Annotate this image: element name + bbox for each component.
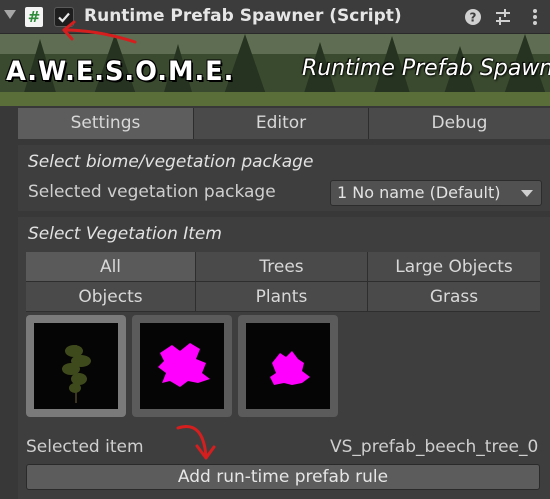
tab-debug[interactable]: Debug <box>369 108 550 139</box>
filter-trees[interactable]: Trees <box>196 252 368 282</box>
more-options-icon[interactable] <box>526 8 544 26</box>
vegetation-item-thumbnail[interactable] <box>132 315 232 417</box>
add-runtime-prefab-rule-button[interactable]: Add run-time prefab rule <box>26 464 540 490</box>
component-title: Runtime Prefab Spawner (Script) <box>84 6 402 26</box>
filter-large-objects[interactable]: Large Objects <box>368 252 540 282</box>
foldout-arrow-icon[interactable] <box>4 10 16 19</box>
banner-title: Runtime Prefab Spawn <box>302 56 550 81</box>
checkmark-icon <box>58 12 70 23</box>
vegetation-item-thumbnail[interactable] <box>238 315 338 417</box>
chevron-down-icon <box>521 190 533 197</box>
thumbnail-image <box>246 323 330 409</box>
vegetation-package-value: 1 No name (Default) <box>337 183 501 202</box>
component-header: # Runtime Prefab Spawner (Script) ? <box>0 0 550 34</box>
filter-grass[interactable]: Grass <box>368 282 540 312</box>
filter-all[interactable]: All <box>26 252 196 282</box>
thumbnail-image <box>34 323 118 409</box>
settings-sliders-icon[interactable] <box>494 8 512 26</box>
help-icon[interactable]: ? <box>464 8 482 26</box>
vegetation-package-dropdown[interactable]: 1 No name (Default) <box>330 180 542 206</box>
magenta-grass-thumbnail <box>270 351 310 385</box>
thumbnail-image <box>140 323 224 409</box>
biome-section-title: Select biome/vegetation package <box>28 152 314 172</box>
vegetation-section-title: Select Vegetation Item <box>28 224 222 244</box>
banner-logo: A.W.E.S.O.M.E. <box>6 56 235 87</box>
enable-checkbox[interactable] <box>54 7 74 27</box>
selected-item-label: Selected item <box>26 437 144 457</box>
selected-item-value: VS_prefab_beech_tree_0 <box>330 437 539 457</box>
script-icon: # <box>25 7 43 27</box>
tree-thumbnail <box>62 345 91 403</box>
asset-banner: A.W.E.S.O.M.E. Runtime Prefab Spawn <box>0 34 550 106</box>
vegetation-package-label: Selected vegetation package <box>28 182 276 202</box>
magenta-plant-thumbnail <box>158 343 210 387</box>
filter-plants[interactable]: Plants <box>196 282 368 312</box>
svg-text:?: ? <box>470 11 477 25</box>
tab-settings[interactable]: Settings <box>18 108 194 139</box>
main-tabs: Settings Editor Debug <box>18 108 550 139</box>
vegetation-item-thumbnail[interactable] <box>26 315 126 417</box>
filter-objects[interactable]: Objects <box>26 282 196 312</box>
biome-section: Select biome/vegetation package Selected… <box>18 145 550 211</box>
tab-editor[interactable]: Editor <box>194 108 369 139</box>
